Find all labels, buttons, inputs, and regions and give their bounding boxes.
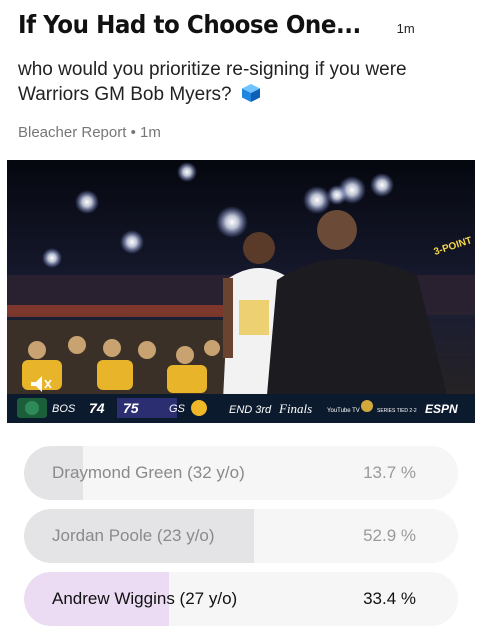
score-team-home: GS bbox=[169, 403, 186, 415]
poll-option-label: Andrew Wiggins (27 y/o) bbox=[52, 589, 238, 608]
poll-option-percent: 33.4 % bbox=[363, 589, 416, 608]
source-line: Bleacher Report • 1m bbox=[18, 124, 161, 141]
post-title: If You Had to Choose One... bbox=[18, 10, 361, 39]
source-name[interactable]: Bleacher Report bbox=[18, 124, 126, 141]
score-home: 75 bbox=[123, 400, 139, 416]
blue-cube-icon bbox=[241, 83, 261, 103]
source-separator: • bbox=[130, 124, 136, 141]
poll-option-percent: 52.9 % bbox=[363, 526, 416, 545]
video-frame: 3-POINT BOS 74 75 GS END 3rd Finals YouT… bbox=[7, 160, 475, 423]
score-series: SERIES TIED 2-2 bbox=[377, 408, 417, 414]
poll-option-label: Draymond Green (32 y/o) bbox=[52, 463, 245, 482]
video-player[interactable]: 3-POINT BOS 74 75 GS END 3rd Finals YouT… bbox=[7, 160, 475, 423]
post-header: If You Had to Choose One... 1m bbox=[18, 10, 472, 44]
poll-option-percent: 13.7 % bbox=[363, 463, 416, 482]
score-away: 74 bbox=[89, 400, 105, 416]
poll-option-jordan-poole[interactable]: Jordan Poole (23 y/o) 52.9 % bbox=[24, 509, 458, 563]
score-team-away: BOS bbox=[52, 403, 76, 415]
score-network: ESPN bbox=[425, 402, 458, 416]
score-period: END 3rd bbox=[229, 404, 272, 416]
post-time: 1m bbox=[396, 21, 415, 36]
poll-option-draymond-green[interactable]: Draymond Green (32 y/o) 13.7 % bbox=[24, 446, 458, 500]
score-brand: Finals bbox=[278, 401, 312, 416]
poll-question: who would you prioritize re-signing if y… bbox=[18, 57, 458, 107]
poll-option-andrew-wiggins[interactable]: Andrew Wiggins (27 y/o) 33.4 % bbox=[24, 572, 458, 626]
score-sponsor: YouTube TV bbox=[327, 408, 360, 414]
poll-option-label: Jordan Poole (23 y/o) bbox=[52, 526, 215, 545]
scoreboard: BOS 74 75 GS END 3rd Finals YouTube TV S… bbox=[7, 394, 475, 423]
question-text: who would you prioritize re-signing if y… bbox=[18, 59, 407, 105]
source-time: 1m bbox=[140, 124, 161, 141]
